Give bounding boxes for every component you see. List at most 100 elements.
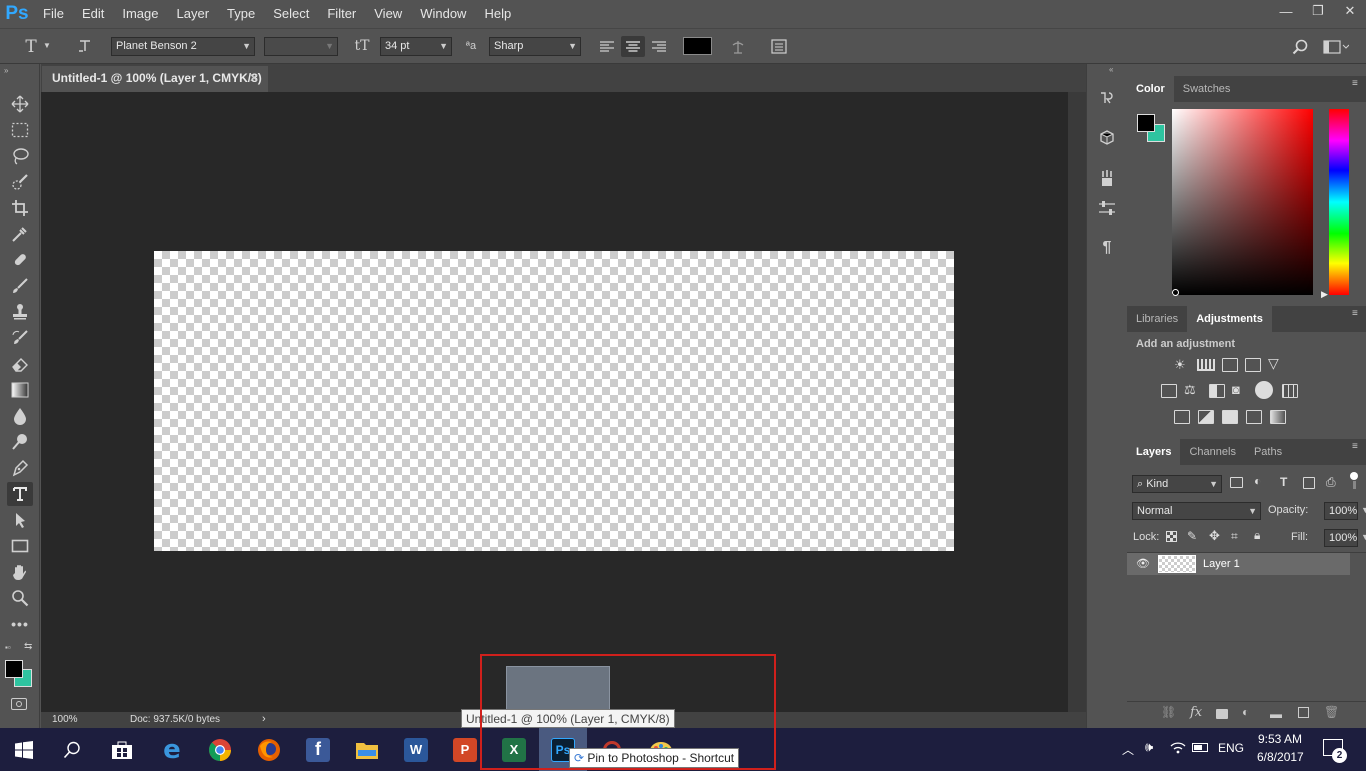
align-center-icon[interactable] [621,36,645,57]
eraser-tool-icon[interactable] [7,352,33,376]
color-balance-icon[interactable]: ⚖ [1184,382,1196,398]
type-tool-preset[interactable]: T [20,37,42,57]
layer-style-icon[interactable]: fx [1190,705,1202,720]
healing-brush-tool-icon[interactable] [7,248,33,272]
type-tool-icon[interactable] [7,482,33,506]
collapse-icon[interactable]: » [4,66,8,75]
menu-select[interactable]: Select [264,0,318,28]
menu-edit[interactable]: Edit [73,0,113,28]
battery-icon[interactable] [1192,743,1208,752]
font-style-select[interactable]: ▼ [264,37,338,56]
text-color-swatch[interactable] [683,37,712,55]
layer-row[interactable]: 👁︎ Layer 1 [1127,553,1350,575]
curves-icon[interactable] [1222,358,1238,372]
hue-slider[interactable] [1329,109,1349,295]
lock-image-pixels-icon[interactable]: ✎ [1187,529,1197,543]
zoom-tool-icon[interactable] [7,586,33,610]
anti-alias-select[interactable]: Sharp ▼ [489,37,581,56]
menu-type[interactable]: Type [218,0,264,28]
workspace-switcher-icon[interactable] [1322,37,1350,56]
vertical-scrollbar[interactable] [1068,92,1086,712]
menu-help[interactable]: Help [475,0,520,28]
word-icon[interactable]: W [392,728,440,771]
quick-mask-icon[interactable] [11,698,27,710]
brush-tool-icon[interactable] [7,274,33,298]
fill-input[interactable]: 100% [1324,529,1358,547]
tab-layers[interactable]: Layers [1127,439,1181,465]
menu-view[interactable]: View [365,0,411,28]
link-layers-icon[interactable]: ⛓︎ [1161,705,1176,719]
vibrance-icon[interactable]: ▽ [1268,355,1279,372]
tab-channels[interactable]: Channels [1180,439,1244,465]
layer-filter-kind-select[interactable]: ⌕ Kind ▼ [1132,475,1222,493]
filter-shape-icon[interactable] [1303,477,1315,489]
minimize-button[interactable]: — [1270,0,1302,22]
store-icon[interactable] [98,728,146,771]
transparent-canvas[interactable] [154,251,954,551]
gradient-tool-icon[interactable] [7,378,33,402]
align-right-icon[interactable] [649,37,669,56]
move-tool-icon[interactable] [7,92,33,116]
lock-artboard-icon[interactable]: ⌗ [1231,529,1238,544]
brightness-contrast-icon[interactable]: ☀ [1174,357,1186,373]
brush-presets-icon[interactable] [1097,168,1117,188]
filter-smart-object-icon[interactable]: ⎙ [1326,475,1336,490]
document-tab[interactable]: Untitled-1 @ 100% (Layer 1, CMYK/8) ✕ [42,66,268,92]
firefox-icon[interactable] [245,728,293,771]
chevron-right-icon[interactable]: › [262,713,266,725]
close-button[interactable]: ✕ [1334,0,1366,22]
color-panel-foreground-swatch[interactable] [1137,114,1155,132]
foreground-color-swatch[interactable] [5,660,23,678]
warp-text-icon[interactable] [728,37,748,56]
chevron-up-icon[interactable]: ︿ [1122,741,1134,758]
align-left-icon[interactable] [597,37,617,56]
tab-paths[interactable]: Paths [1245,439,1291,465]
lock-transparent-pixels-icon[interactable] [1166,531,1177,542]
photo-filter-icon[interactable]: ◙ [1232,382,1240,397]
menu-layer[interactable]: Layer [168,0,219,28]
file-explorer-icon[interactable] [343,728,391,771]
restore-button[interactable]: ❐ [1302,0,1334,22]
posterize-icon[interactable] [1198,410,1214,424]
menu-file[interactable]: File [34,0,73,28]
new-layer-icon[interactable] [1298,707,1309,718]
hand-tool-icon[interactable] [7,560,33,584]
add-mask-icon[interactable] [1216,709,1228,719]
menu-image[interactable]: Image [113,0,167,28]
hue-saturation-icon[interactable] [1161,384,1177,398]
marquee-tool-icon[interactable] [7,118,33,142]
wifi-icon[interactable] [1170,740,1186,757]
layer-name[interactable]: Layer 1 [1203,558,1240,570]
volume-icon[interactable]: 🕪︎ [1145,739,1153,755]
eyedropper-tool-icon[interactable] [7,222,33,246]
rectangle-tool-icon[interactable] [7,534,33,558]
clock-time[interactable]: 9:53 AM [1258,732,1302,746]
chevron-down-icon[interactable]: ▼ [1361,505,1366,515]
quick-select-tool-icon[interactable] [7,170,33,194]
lock-position-icon[interactable]: ✥ [1209,528,1220,544]
tab-swatches[interactable]: Swatches [1174,76,1240,102]
more-tools-icon[interactable]: ••• [7,612,33,636]
color-picker-marker[interactable] [1172,289,1179,296]
lasso-tool-icon[interactable] [7,144,33,168]
new-adjustment-layer-icon[interactable]: ◐ [1242,705,1249,719]
channel-mixer-icon[interactable] [1255,381,1273,399]
tab-adjustments[interactable]: Adjustments [1187,306,1272,332]
selective-color-icon[interactable] [1246,410,1262,424]
menu-window[interactable]: Window [411,0,475,28]
filter-type-icon[interactable]: T [1280,475,1287,489]
panel-menu-icon[interactable]: ≡ [1352,442,1362,455]
filter-toggle[interactable] [1349,469,1359,495]
invert-icon[interactable] [1174,410,1190,424]
search-icon[interactable] [1290,37,1310,56]
chevron-down-icon[interactable]: ▼ [1361,532,1366,542]
clock-date[interactable]: 6/8/2017 [1257,750,1304,764]
language-indicator[interactable]: ENG [1218,741,1244,755]
lock-all-icon[interactable]: 🔒︎ [1254,528,1260,543]
search-icon[interactable] [48,728,96,771]
facebook-icon[interactable]: f [294,728,342,771]
chrome-icon[interactable] [196,728,244,771]
eye-visibility-icon[interactable]: 👁︎ [1136,557,1150,570]
3d-icon[interactable] [1097,128,1117,148]
blend-mode-select[interactable]: Normal ▼ [1132,502,1261,520]
